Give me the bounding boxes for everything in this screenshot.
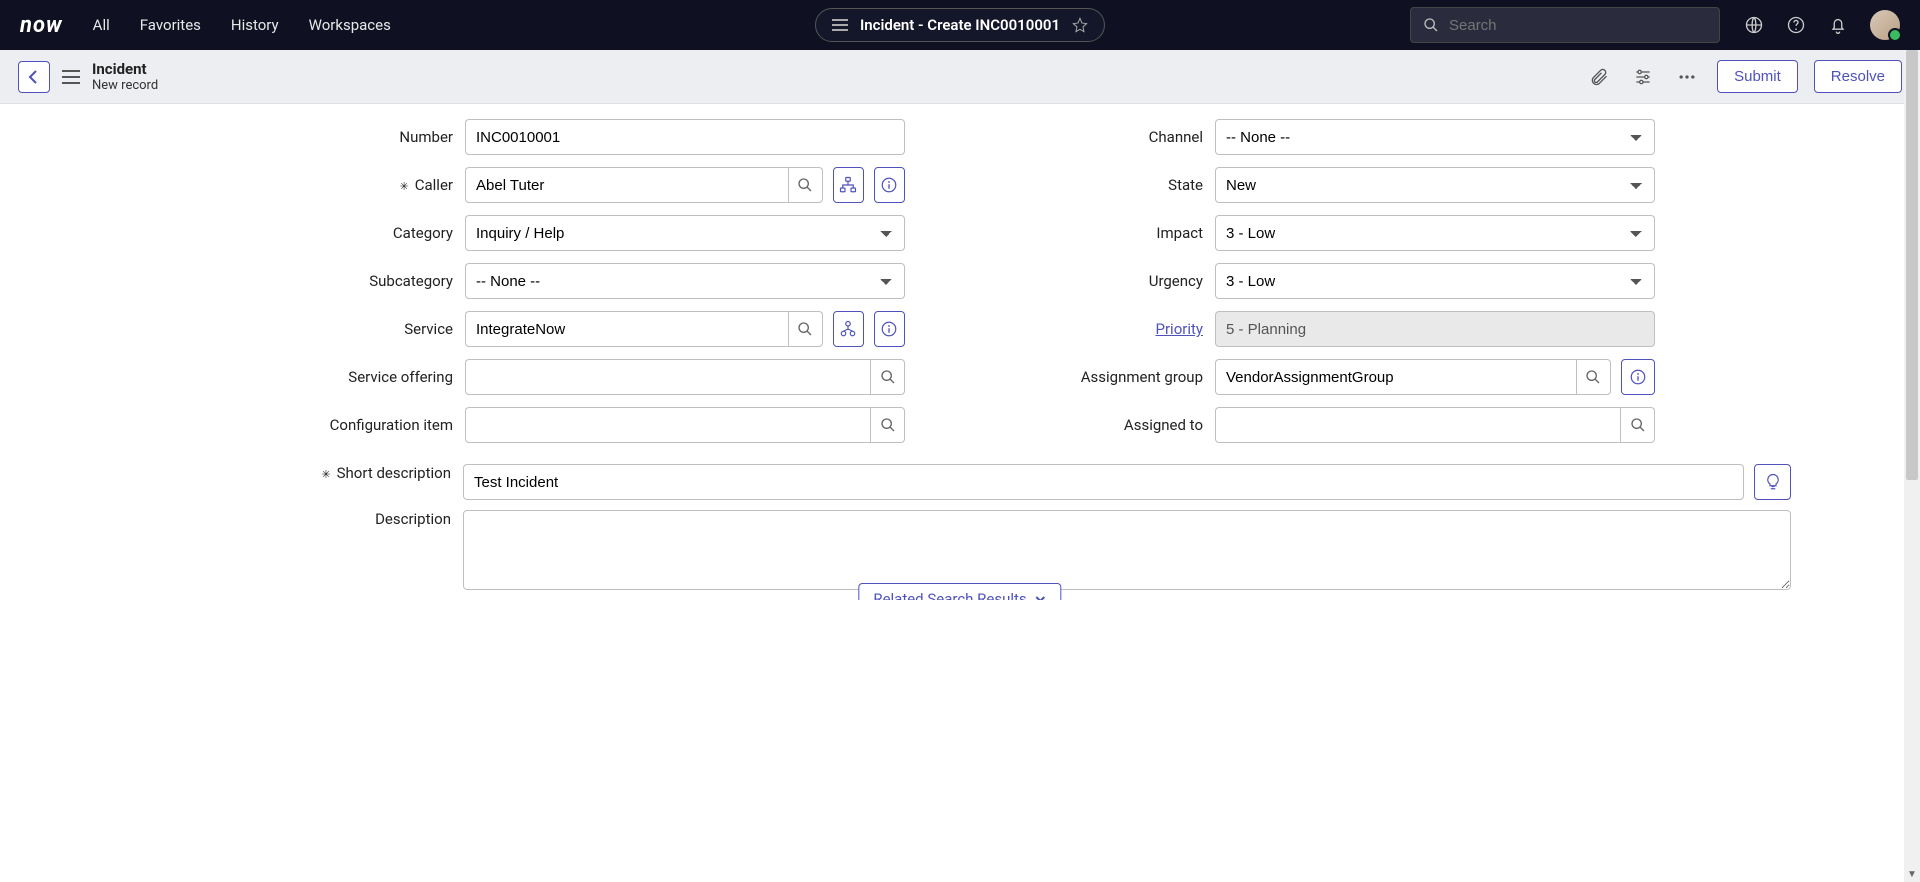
priority-link[interactable]: Priority <box>1156 320 1203 338</box>
personalize-icon[interactable] <box>1629 63 1657 91</box>
related-toggle-label: Related Search Results <box>873 590 1026 600</box>
scrollbar-thumb[interactable] <box>1906 50 1918 480</box>
label-subcategory: Subcategory <box>265 272 465 290</box>
attachment-icon[interactable] <box>1585 63 1613 91</box>
submit-button[interactable]: Submit <box>1717 60 1798 93</box>
label-priority: Priority <box>1015 320 1215 338</box>
more-icon[interactable] <box>1673 63 1701 91</box>
urgency-select[interactable]: 3 - Low <box>1215 263 1655 299</box>
label-urgency: Urgency <box>1015 272 1215 290</box>
subheader: Incident New record Submit Resolve <box>0 50 1920 104</box>
nav-favorites[interactable]: Favorites <box>140 16 201 34</box>
label-caller: Caller <box>265 176 465 194</box>
page-title: Incident <box>92 60 158 78</box>
subheader-actions: Submit Resolve <box>1585 60 1902 93</box>
number-field[interactable] <box>465 119 905 155</box>
description-field[interactable] <box>463 510 1791 590</box>
subcategory-select[interactable]: -- None -- <box>465 263 905 299</box>
form-area: Number Caller Category <box>0 104 1920 600</box>
search-icon <box>797 321 813 337</box>
assignment-group-info-button[interactable] <box>1621 359 1655 395</box>
back-button[interactable] <box>18 61 50 93</box>
channel-select[interactable]: -- None -- <box>1215 119 1655 155</box>
service-tree-button[interactable] <box>833 311 864 347</box>
search-icon <box>1423 17 1439 33</box>
caller-tree-button[interactable] <box>833 167 864 203</box>
top-navbar: now All Favorites History Workspaces Inc… <box>0 0 1920 50</box>
label-state: State <box>1015 176 1215 194</box>
assignment-group-field[interactable] <box>1215 359 1576 395</box>
help-icon[interactable] <box>1786 15 1806 35</box>
suggestion-button[interactable] <box>1754 464 1791 500</box>
nav-all[interactable]: All <box>93 16 110 34</box>
context-pill[interactable]: Incident - Create INC0010001 <box>815 8 1105 42</box>
label-number: Number <box>265 128 465 146</box>
chevron-down-icon <box>1035 593 1047 600</box>
nav-workspaces[interactable]: Workspaces <box>309 16 391 34</box>
label-short-description: Short description <box>129 464 463 482</box>
star-icon[interactable] <box>1072 17 1088 33</box>
tree-icon <box>839 176 857 194</box>
search-icon <box>880 369 896 385</box>
label-impact: Impact <box>1015 224 1215 242</box>
service-info-button[interactable] <box>874 311 905 347</box>
scrollbar[interactable]: ▼ <box>1904 50 1920 882</box>
priority-field <box>1215 311 1655 347</box>
search-icon <box>1585 369 1601 385</box>
scroll-down-icon[interactable]: ▼ <box>1904 866 1920 882</box>
global-search[interactable] <box>1410 7 1720 43</box>
menu-icon <box>832 19 848 31</box>
bell-icon[interactable] <box>1828 15 1848 35</box>
globe-icon[interactable] <box>1744 15 1764 35</box>
impact-select[interactable]: 3 - Low <box>1215 215 1655 251</box>
info-icon <box>1629 368 1647 386</box>
label-service-offering: Service offering <box>265 368 465 386</box>
caller-field[interactable] <box>465 167 788 203</box>
form-menu-icon[interactable] <box>62 70 80 84</box>
search-icon <box>880 417 896 433</box>
resolve-button[interactable]: Resolve <box>1814 60 1902 93</box>
service-field[interactable] <box>465 311 788 347</box>
nav-items: All Favorites History Workspaces <box>93 16 391 34</box>
search-icon <box>797 177 813 193</box>
caller-info-button[interactable] <box>874 167 905 203</box>
label-channel: Channel <box>1015 128 1215 146</box>
top-icons <box>1744 10 1900 40</box>
related-search-toggle[interactable]: Related Search Results <box>858 583 1061 600</box>
label-category: Category <box>265 224 465 242</box>
service-offering-field[interactable] <box>465 359 870 395</box>
avatar[interactable] <box>1870 10 1900 40</box>
label-service: Service <box>265 320 465 338</box>
caller-lookup-button[interactable] <box>788 167 822 203</box>
pill-title: Incident - Create INC0010001 <box>860 16 1060 34</box>
service-lookup-button[interactable] <box>788 311 822 347</box>
assigned-to-lookup-button[interactable] <box>1620 407 1655 443</box>
global-search-input[interactable] <box>1449 17 1707 34</box>
label-description: Description <box>129 510 463 528</box>
short-description-field[interactable] <box>463 464 1744 500</box>
state-select[interactable]: New <box>1215 167 1655 203</box>
org-icon <box>839 320 857 338</box>
ci-lookup-button[interactable] <box>870 407 905 443</box>
form-left-column: Number Caller Category <box>265 118 905 454</box>
info-icon <box>880 176 898 194</box>
label-assignment-group: Assignment group <box>1015 368 1215 386</box>
service-offering-lookup-button[interactable] <box>870 359 905 395</box>
lightbulb-icon <box>1764 473 1782 491</box>
label-ci: Configuration item <box>265 416 465 434</box>
ci-field[interactable] <box>465 407 870 443</box>
search-icon <box>1630 417 1646 433</box>
logo: now <box>20 13 63 38</box>
category-select[interactable]: Inquiry / Help <box>465 215 905 251</box>
assignment-group-lookup-button[interactable] <box>1576 359 1611 395</box>
label-assigned-to: Assigned to <box>1015 416 1215 434</box>
form-right-column: Channel -- None -- State New Impact 3 - … <box>1015 118 1655 454</box>
info-icon <box>880 320 898 338</box>
nav-history[interactable]: History <box>231 16 279 34</box>
subheader-titles: Incident New record <box>92 60 158 94</box>
assigned-to-field[interactable] <box>1215 407 1620 443</box>
page-subtitle: New record <box>92 78 158 94</box>
